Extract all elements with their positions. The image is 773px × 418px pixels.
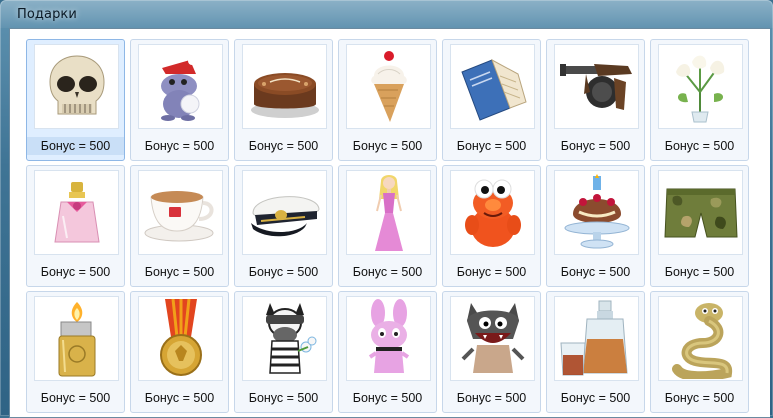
- gift-item-medal[interactable]: Бонус = 500: [130, 291, 229, 413]
- gift-thumb: [450, 296, 535, 381]
- gift-item-monster[interactable]: Бонус = 500: [442, 165, 541, 287]
- gift-thumb: [242, 170, 327, 255]
- gift-thumb: [346, 296, 431, 381]
- gift-item-doll[interactable]: Бонус = 500: [338, 165, 437, 287]
- perfume-icon: [47, 176, 107, 250]
- gift-thumb: [554, 296, 639, 381]
- gift-thumb: [450, 44, 535, 129]
- gift-label: Бонус = 500: [456, 139, 527, 153]
- gift-label: Бонус = 500: [144, 265, 215, 279]
- gift-thumb: [34, 296, 119, 381]
- gift-thumb: [138, 170, 223, 255]
- captain-cap-icon: [245, 183, 325, 243]
- skull-icon: [42, 52, 112, 122]
- gift-item-perfume[interactable]: Бонус = 500: [26, 165, 125, 287]
- doll-icon: [369, 173, 409, 253]
- gift-thumb: [242, 44, 327, 129]
- gift-item-coffee[interactable]: Бонус = 500: [130, 165, 229, 287]
- gift-label: Бонус = 500: [144, 391, 215, 405]
- gift-thumb: [658, 296, 743, 381]
- gift-label: Бонус = 500: [248, 139, 319, 153]
- ice-cream-icon: [364, 50, 414, 124]
- gift-thumb: [138, 44, 223, 129]
- birthday-dessert-icon: [559, 173, 635, 252]
- gifts-window: Подарки Бонус = 500 Бонус = 500 Бонус = …: [0, 0, 773, 418]
- gift-label: Бонус = 500: [248, 265, 319, 279]
- gift-label: Бонус = 500: [664, 391, 735, 405]
- pink-bunny-icon: [356, 298, 422, 379]
- gift-label: Бонус = 500: [352, 265, 423, 279]
- gift-item-shorts[interactable]: Бонус = 500: [650, 165, 749, 287]
- snake-icon: [669, 299, 733, 379]
- gift-item-snake[interactable]: Бонус = 500: [650, 291, 749, 413]
- gift-label: Бонус = 500: [40, 265, 111, 279]
- gift-thumb: [242, 296, 327, 381]
- gift-label: Бонус = 500: [560, 139, 631, 153]
- window-title: Подарки: [17, 7, 77, 22]
- gift-thumb: [658, 170, 743, 255]
- gift-thumb: [346, 170, 431, 255]
- gift-label: Бонус = 500: [560, 391, 631, 405]
- gift-label: Бонус = 500: [664, 139, 735, 153]
- tommy-gun-icon: [558, 52, 636, 122]
- gift-thumb: [554, 44, 639, 129]
- gift-label: Бонус = 500: [664, 265, 735, 279]
- book-icon: [456, 52, 530, 122]
- red-monster-icon: [458, 175, 528, 251]
- gift-label: Бонус = 500: [144, 139, 215, 153]
- gift-item-bunny[interactable]: Бонус = 500: [338, 291, 437, 413]
- gift-thumb: [554, 170, 639, 255]
- gift-item-decanter[interactable]: Бонус = 500: [546, 291, 645, 413]
- gift-thumb: [34, 44, 119, 129]
- gift-item-skull[interactable]: Бонус = 500: [26, 39, 125, 161]
- gift-thumb: [450, 170, 535, 255]
- calla-flowers-icon: [666, 50, 736, 124]
- gift-thumb: [138, 296, 223, 381]
- gift-item-zebra[interactable]: Бонус = 500: [234, 291, 333, 413]
- gift-item-book[interactable]: Бонус = 500: [442, 39, 541, 161]
- gift-label: Бонус = 500: [248, 391, 319, 405]
- gift-item-cap[interactable]: Бонус = 500: [234, 165, 333, 287]
- gift-thumb: [658, 44, 743, 129]
- gift-item-lighter[interactable]: Бонус = 500: [26, 291, 125, 413]
- gift-label: Бонус = 500: [456, 265, 527, 279]
- title-bar[interactable]: Подарки: [0, 0, 773, 28]
- zebra-icon: [250, 299, 320, 379]
- gift-item-hippo[interactable]: Бонус = 500: [130, 39, 229, 161]
- gift-thumb: [346, 44, 431, 129]
- whiskey-decanter-icon: [557, 299, 637, 379]
- medal-icon: [153, 298, 209, 379]
- gift-label: Бонус = 500: [40, 391, 111, 405]
- lighter-icon: [47, 300, 107, 378]
- gift-label: Бонус = 500: [352, 139, 423, 153]
- gift-item-dessert[interactable]: Бонус = 500: [546, 165, 645, 287]
- gift-item-flowers[interactable]: Бонус = 500: [650, 39, 749, 161]
- cartoon-wolf-icon: [457, 299, 529, 379]
- gift-item-cake[interactable]: Бонус = 500: [234, 39, 333, 161]
- gift-item-wolf[interactable]: Бонус = 500: [442, 291, 541, 413]
- gift-thumb: [34, 170, 119, 255]
- cake-icon: [248, 52, 322, 122]
- gift-label: Бонус = 500: [27, 137, 124, 155]
- coffee-cup-icon: [141, 183, 221, 243]
- gift-label: Бонус = 500: [456, 391, 527, 405]
- hippo-santa-icon: [146, 52, 216, 122]
- gift-item-tommygun[interactable]: Бонус = 500: [546, 39, 645, 161]
- camo-shorts-icon: [663, 183, 739, 243]
- gift-item-icecream[interactable]: Бонус = 500: [338, 39, 437, 161]
- gift-grid: Бонус = 500 Бонус = 500 Бонус = 500 Бону…: [9, 28, 770, 418]
- gift-label: Бонус = 500: [560, 265, 631, 279]
- gift-label: Бонус = 500: [352, 391, 423, 405]
